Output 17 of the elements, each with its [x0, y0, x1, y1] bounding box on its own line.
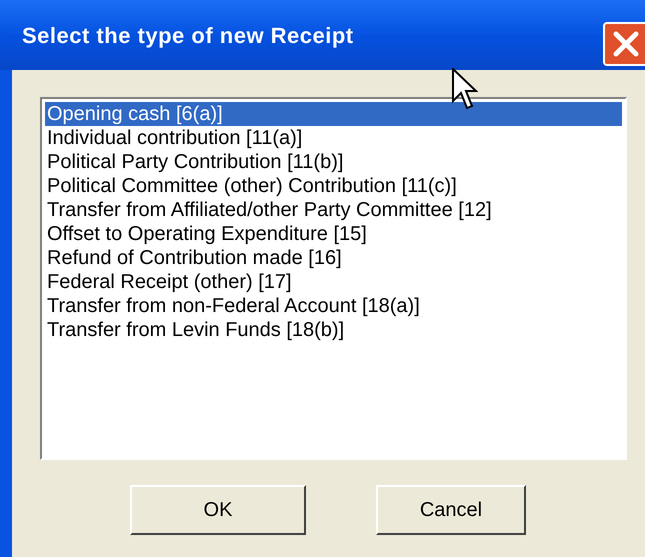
close-button[interactable] — [603, 22, 645, 66]
list-item[interactable]: Transfer from Levin Funds [18(b)] — [45, 318, 622, 342]
mouse-pointer-icon — [452, 68, 478, 110]
list-item[interactable]: Individual contribution [11(a)] — [45, 126, 622, 150]
list-item[interactable]: Opening cash [6(a)] — [45, 102, 622, 126]
window-title: Select the type of new Receipt — [22, 22, 354, 50]
dialog-button[interactable]: Cancel — [376, 485, 526, 535]
list-item[interactable]: Refund of Contribution made [16] — [45, 246, 622, 270]
list-item[interactable]: Political Committee (other) Contribution [11(c)] — [45, 174, 622, 198]
list-item[interactable]: Offset to Operating Expenditure [15] — [45, 222, 622, 246]
list-item[interactable]: Political Party Contribution [11(b)] — [45, 150, 622, 174]
list-item[interactable]: Transfer from non-Federal Account [18(a)] — [45, 294, 622, 318]
dialog-button[interactable]: OK — [130, 485, 306, 535]
receipt-type-list[interactable] — [40, 97, 627, 460]
close-icon — [612, 30, 640, 58]
list-item[interactable]: Transfer from Affiliated/other Party Committee [12] — [45, 198, 622, 222]
list-item[interactable]: Federal Receipt (other) [17] — [45, 270, 622, 294]
